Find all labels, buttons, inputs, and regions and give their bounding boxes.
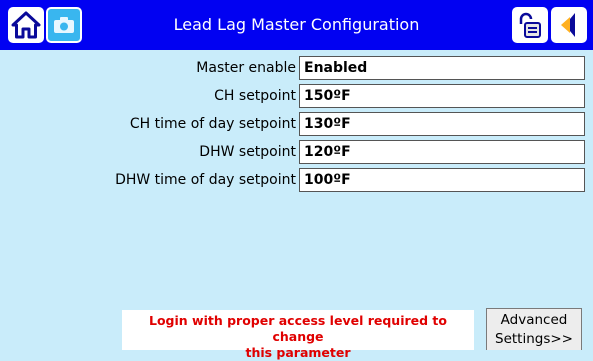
home-button[interactable] xyxy=(8,7,44,43)
home-icon xyxy=(11,11,41,39)
advanced-button-label-line-2: Settings>> xyxy=(495,331,573,347)
lock-button[interactable] xyxy=(512,7,548,43)
camera-icon xyxy=(54,17,74,33)
advanced-settings-button[interactable]: Advanced Settings>> xyxy=(486,308,582,350)
login-required-message: Login with proper access level required … xyxy=(122,310,474,360)
setting-label-dhw-setpoint: DHW setpoint xyxy=(199,144,296,160)
login-message-line-1: Login with proper access level required … xyxy=(148,313,447,344)
setting-label-dhw-time-of-day-setpoint: DHW time of day setpoint xyxy=(115,172,296,188)
setting-field-ch-time-of-day-setpoint[interactable]: 130ºF xyxy=(299,112,585,136)
setting-label-ch-time-of-day-setpoint: CH time of day setpoint xyxy=(129,116,296,132)
setting-field-dhw-setpoint[interactable]: 120ºF xyxy=(299,140,585,164)
setting-label-ch-setpoint: CH setpoint xyxy=(214,88,296,104)
login-message-line-2: this parameter xyxy=(245,345,351,360)
back-button[interactable] xyxy=(551,7,587,43)
setting-field-master-enable[interactable]: Enabled xyxy=(299,56,585,80)
advanced-button-label-line-1: Advanced xyxy=(500,312,568,328)
title-bar: Lead Lag Master Configuration xyxy=(0,0,593,50)
setting-label-master-enable: Master enable xyxy=(196,60,296,76)
setting-field-ch-setpoint[interactable]: 150ºF xyxy=(299,84,585,108)
back-arrow-icon xyxy=(561,13,575,37)
camera-button[interactable] xyxy=(46,7,82,43)
lock-icon xyxy=(519,12,541,38)
page-title: Lead Lag Master Configuration xyxy=(173,15,420,34)
setting-field-dhw-time-of-day-setpoint[interactable]: 100ºF xyxy=(299,168,585,192)
